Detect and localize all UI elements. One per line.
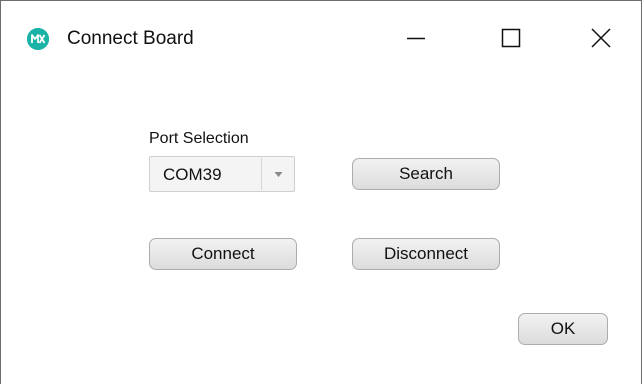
port-select[interactable]: COM39 xyxy=(149,156,295,192)
search-button[interactable]: Search xyxy=(352,158,500,190)
chevron-down-icon[interactable] xyxy=(263,157,294,191)
ok-button[interactable]: OK xyxy=(518,313,608,345)
close-icon[interactable] xyxy=(576,13,626,63)
maxim-logo-icon xyxy=(27,28,49,50)
window-title: Connect Board xyxy=(67,28,194,49)
port-select-value: COM39 xyxy=(163,165,222,184)
port-selection-label: Port Selection xyxy=(149,130,249,147)
title-bar[interactable]: Connect Board xyxy=(1,1,641,79)
connect-button[interactable]: Connect xyxy=(149,238,297,270)
disconnect-button[interactable]: Disconnect xyxy=(352,238,500,270)
port-select-divider xyxy=(261,158,262,190)
maximize-icon[interactable] xyxy=(486,13,536,63)
connect-board-window: Connect Board Port Selection COM39 Searc… xyxy=(0,0,642,384)
minimize-icon[interactable] xyxy=(391,13,441,63)
